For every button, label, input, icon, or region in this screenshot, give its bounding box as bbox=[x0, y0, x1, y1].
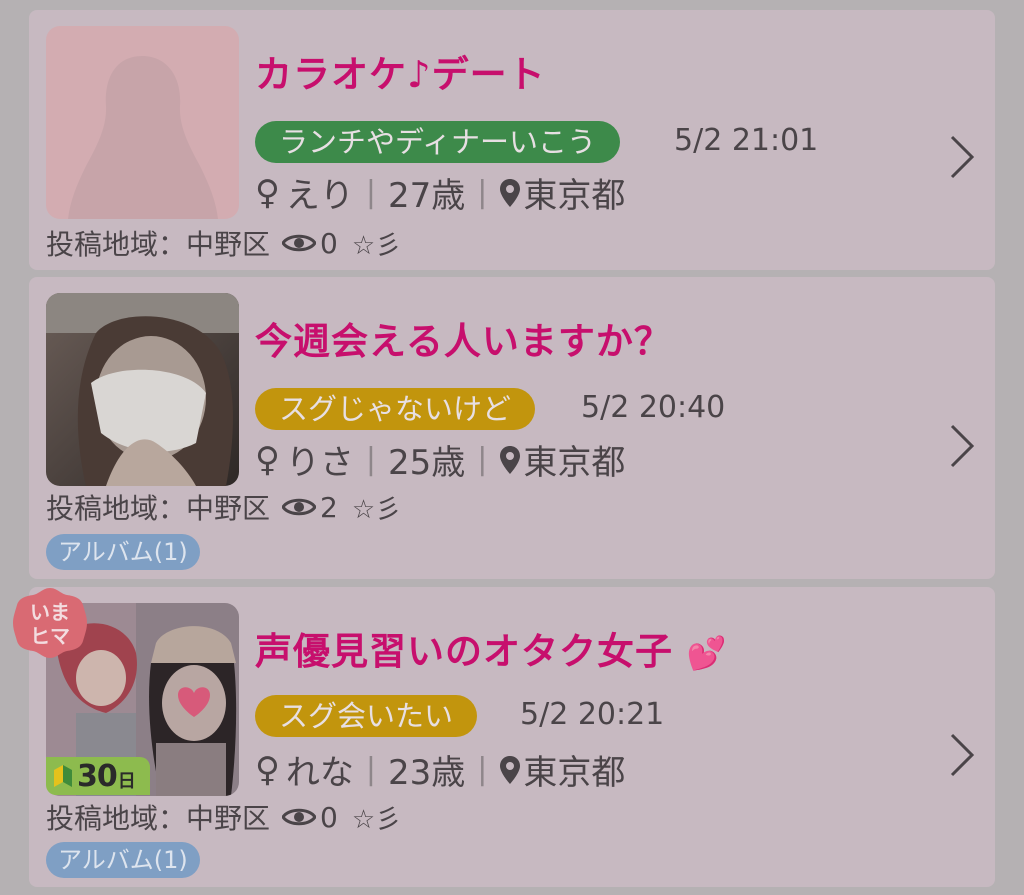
post-title: カラオケ♪デート bbox=[255, 53, 546, 96]
user-name: れな bbox=[285, 753, 354, 793]
map-pin-icon bbox=[500, 178, 521, 207]
post-tag: ランチやディナーいこう bbox=[255, 121, 620, 163]
post-card[interactable]: 今週会える人いますか？ スグじゃないけど 5/2 20:40 ♀ りさ | 25… bbox=[29, 277, 995, 579]
album-badge[interactable]: アルバム(1) bbox=[46, 842, 200, 878]
post-time: 5/2 20:40 bbox=[581, 390, 726, 425]
post-tag: スグ会いたい bbox=[255, 695, 478, 737]
silhouette-icon bbox=[46, 26, 239, 219]
eye-icon bbox=[282, 234, 317, 252]
user-name: えり bbox=[285, 176, 354, 216]
hearts-emoji: 💕 bbox=[686, 634, 728, 672]
badge-now-line1: いま bbox=[30, 600, 70, 624]
map-pin-icon bbox=[500, 445, 521, 474]
meta-line: 投稿地域：中野区 2 ☆彡 bbox=[46, 487, 401, 527]
chevron-right-icon[interactable] bbox=[949, 423, 975, 469]
meta-line: 投稿地域：中野区 0 ☆彡 bbox=[46, 223, 401, 263]
extra-mark: ☆彡 bbox=[351, 230, 402, 261]
post-time: 5/2 21:01 bbox=[674, 123, 819, 158]
view-count: 0 bbox=[320, 800, 338, 834]
map-pin-icon bbox=[500, 755, 521, 784]
meta-line: 投稿地域：中野区 0 ☆彡 bbox=[46, 797, 401, 837]
days-unit: 日 bbox=[117, 771, 136, 792]
view-count: 2 bbox=[320, 490, 338, 524]
post-tag: スグじゃないけど bbox=[255, 388, 536, 430]
album-badge[interactable]: アルバム(1) bbox=[46, 534, 200, 570]
extra-mark: ☆彡 bbox=[351, 804, 402, 835]
avatar-placeholder bbox=[46, 26, 239, 219]
photo-image bbox=[46, 293, 239, 486]
user-location: 東京都 bbox=[523, 443, 626, 483]
extra-mark: ☆彡 bbox=[351, 494, 402, 525]
badge-now-line2: ヒマ bbox=[30, 624, 70, 648]
user-age: 23歳 bbox=[388, 753, 466, 793]
eye-icon bbox=[282, 808, 317, 826]
separator: | bbox=[365, 442, 377, 477]
profile-line: ♀ えり | 27歳 | 東京都 bbox=[255, 168, 625, 217]
gender-symbol: ♀ bbox=[255, 172, 280, 213]
post-area: 投稿地域：中野区 bbox=[46, 228, 271, 261]
post-title: 声優見習いのオタク女子 💕 bbox=[255, 630, 728, 673]
gender-symbol: ♀ bbox=[255, 749, 280, 790]
user-age: 27歳 bbox=[388, 176, 466, 216]
now-free-badge: いま ヒマ bbox=[13, 588, 87, 658]
post-card[interactable]: 声優見習いのオタク女子 💕 スグ会いたい 5/2 20:21 ♀ れな | 23… bbox=[29, 587, 995, 887]
profile-line: ♀ れな | 23歳 | 東京都 bbox=[255, 745, 625, 794]
days-badge: 30 日 bbox=[46, 757, 150, 795]
profile-line: ♀ りさ | 25歳 | 東京都 bbox=[255, 435, 625, 484]
user-age: 25歳 bbox=[388, 443, 466, 483]
avatar-photo bbox=[46, 293, 239, 486]
separator: | bbox=[477, 442, 488, 477]
separator: | bbox=[365, 175, 377, 210]
post-area: 投稿地域：中野区 bbox=[46, 802, 271, 835]
days-count: 30 bbox=[77, 758, 118, 794]
chevron-right-icon[interactable] bbox=[949, 134, 975, 180]
user-location: 東京都 bbox=[523, 753, 626, 793]
eye-icon bbox=[282, 498, 317, 516]
gender-symbol: ♀ bbox=[255, 439, 280, 480]
view-count: 0 bbox=[320, 226, 338, 260]
post-area: 投稿地域：中野区 bbox=[46, 492, 271, 525]
separator: | bbox=[477, 175, 488, 210]
post-time: 5/2 20:21 bbox=[520, 697, 665, 732]
user-location: 東京都 bbox=[523, 176, 626, 216]
separator: | bbox=[365, 752, 377, 787]
separator: | bbox=[477, 752, 488, 787]
chevron-right-icon[interactable] bbox=[949, 732, 975, 778]
post-title: 今週会える人いますか？ bbox=[255, 320, 672, 363]
user-name: りさ bbox=[285, 443, 354, 483]
beginner-leaf-icon bbox=[54, 765, 72, 787]
post-card[interactable]: カラオケ♪デート ランチやディナーいこう 5/2 21:01 ♀ えり | 27… bbox=[29, 10, 995, 270]
